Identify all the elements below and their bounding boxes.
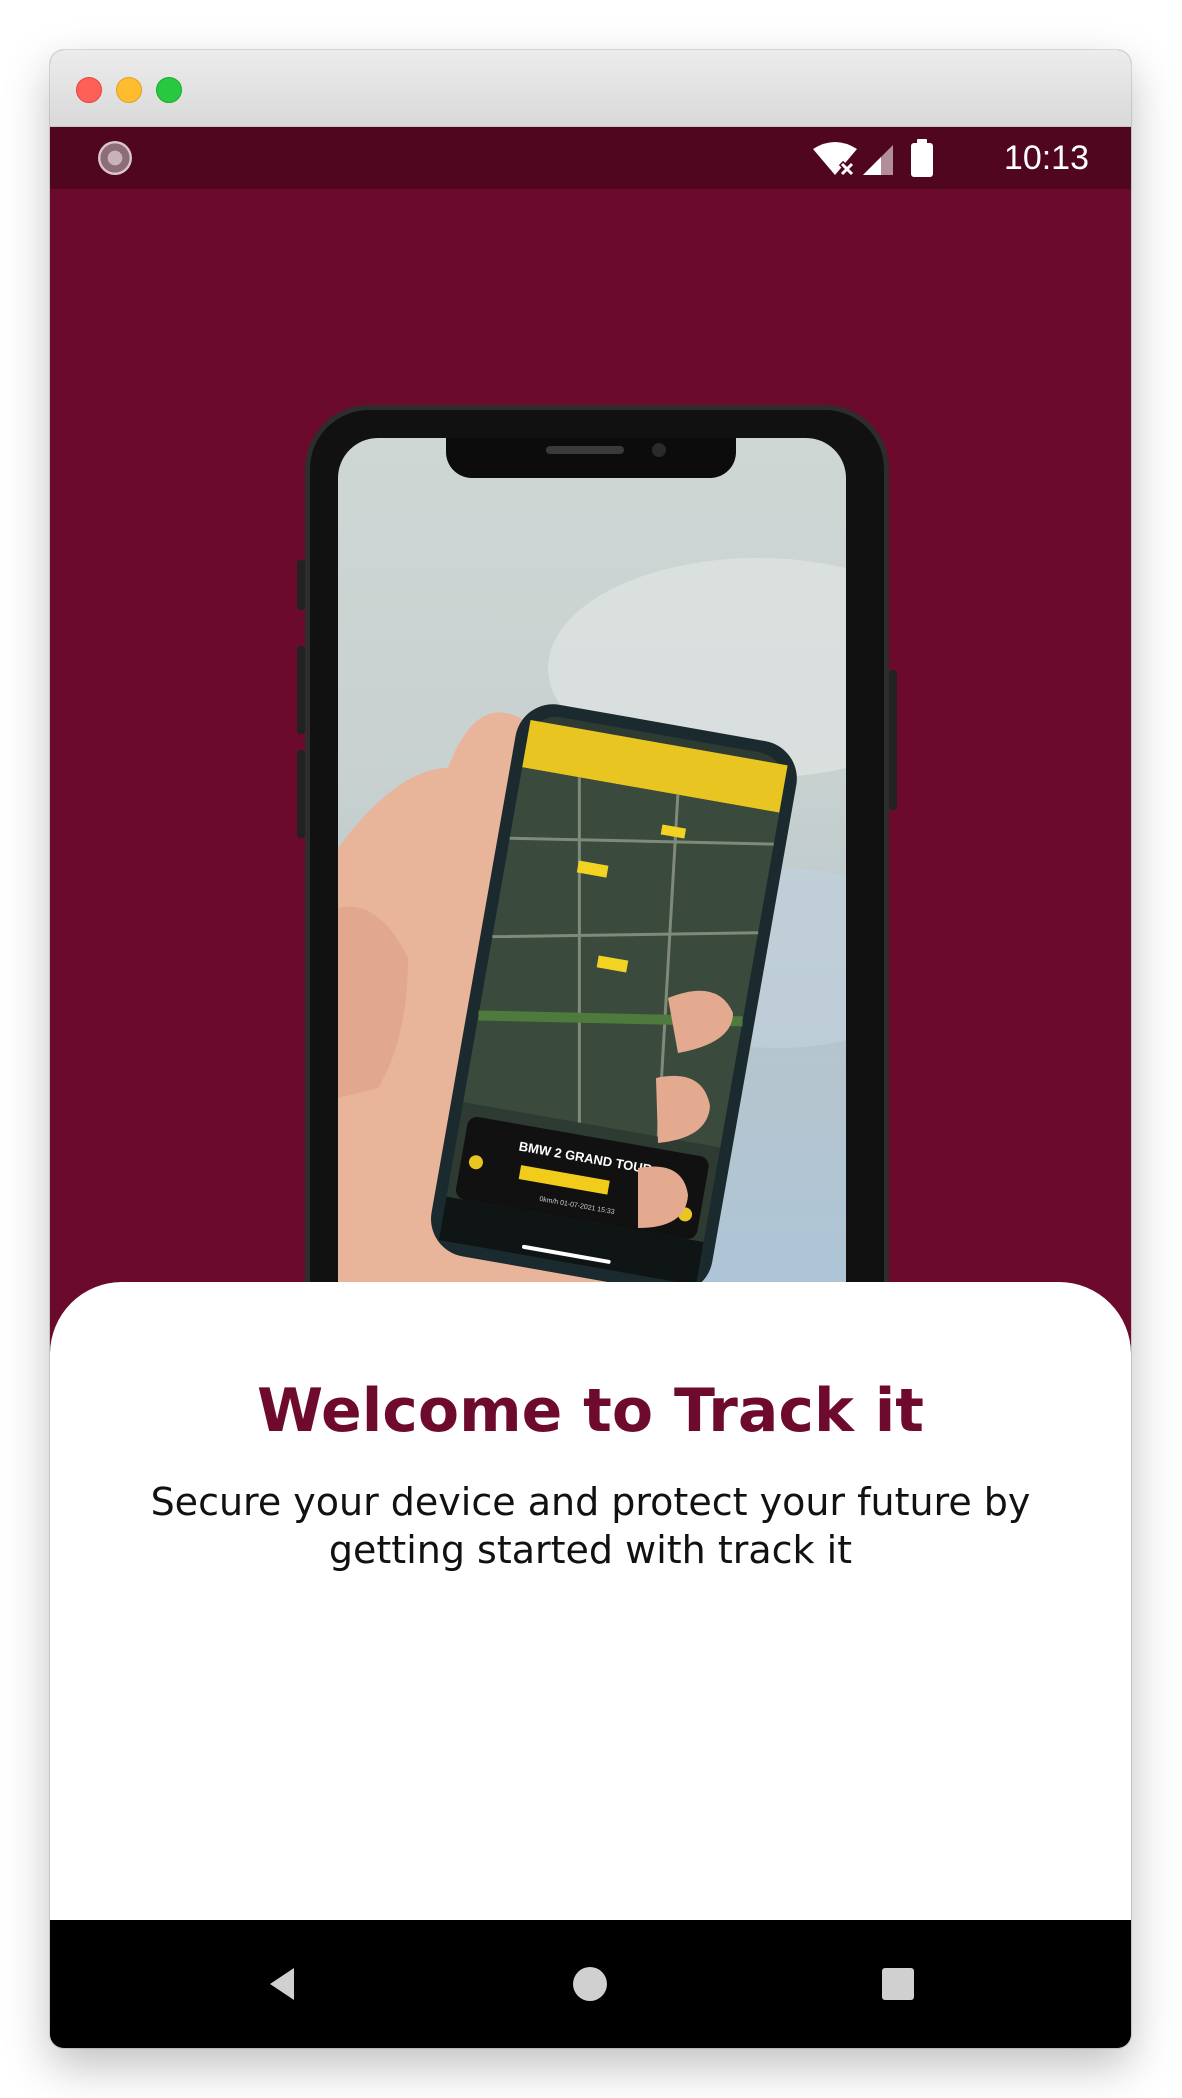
phone-screen: BMW 2 GRAND TOUR 0km/h 01-07-2021 15:33 [338, 438, 846, 1410]
phone-mockup: BMW 2 GRAND TOUR 0km/h 01-07-2021 15:33 [297, 405, 897, 1410]
hero-section: BMW 2 GRAND TOUR 0km/h 01-07-2021 15:33 [50, 189, 1131, 1410]
window-titlebar [50, 50, 1131, 127]
app-window: 10:13 BMW 2 GRAND TOUR 0km/h 01-07-2021 … [50, 50, 1131, 2048]
back-icon[interactable] [258, 1960, 306, 2008]
recents-icon[interactable] [874, 1960, 922, 2008]
signal-icon [863, 145, 893, 175]
status-bar: 10:13 [50, 127, 1131, 189]
wifi-off-icon [813, 142, 857, 178]
battery-icon [911, 139, 933, 177]
phone-in-hand-illustration: BMW 2 GRAND TOUR 0km/h 01-07-2021 15:33 [338, 558, 846, 1348]
speaker-grille [546, 446, 624, 454]
welcome-sheet: Welcome to Track it Secure your device a… [50, 1282, 1131, 1920]
minimize-window-button[interactable] [116, 77, 142, 103]
android-navigation-bar [50, 1920, 1131, 2048]
spinner-icon [98, 141, 132, 175]
welcome-title: Welcome to Track it [256, 1376, 924, 1446]
welcome-subtitle: Secure your device and protect your futu… [150, 1480, 1031, 1572]
phone-notch [446, 438, 736, 478]
front-camera [652, 443, 666, 457]
maximize-window-button[interactable] [156, 77, 182, 103]
system-status-icons [813, 139, 933, 178]
home-icon[interactable] [566, 1960, 614, 2008]
status-time: 10:13 [1003, 139, 1089, 177]
close-window-button[interactable] [76, 77, 102, 103]
